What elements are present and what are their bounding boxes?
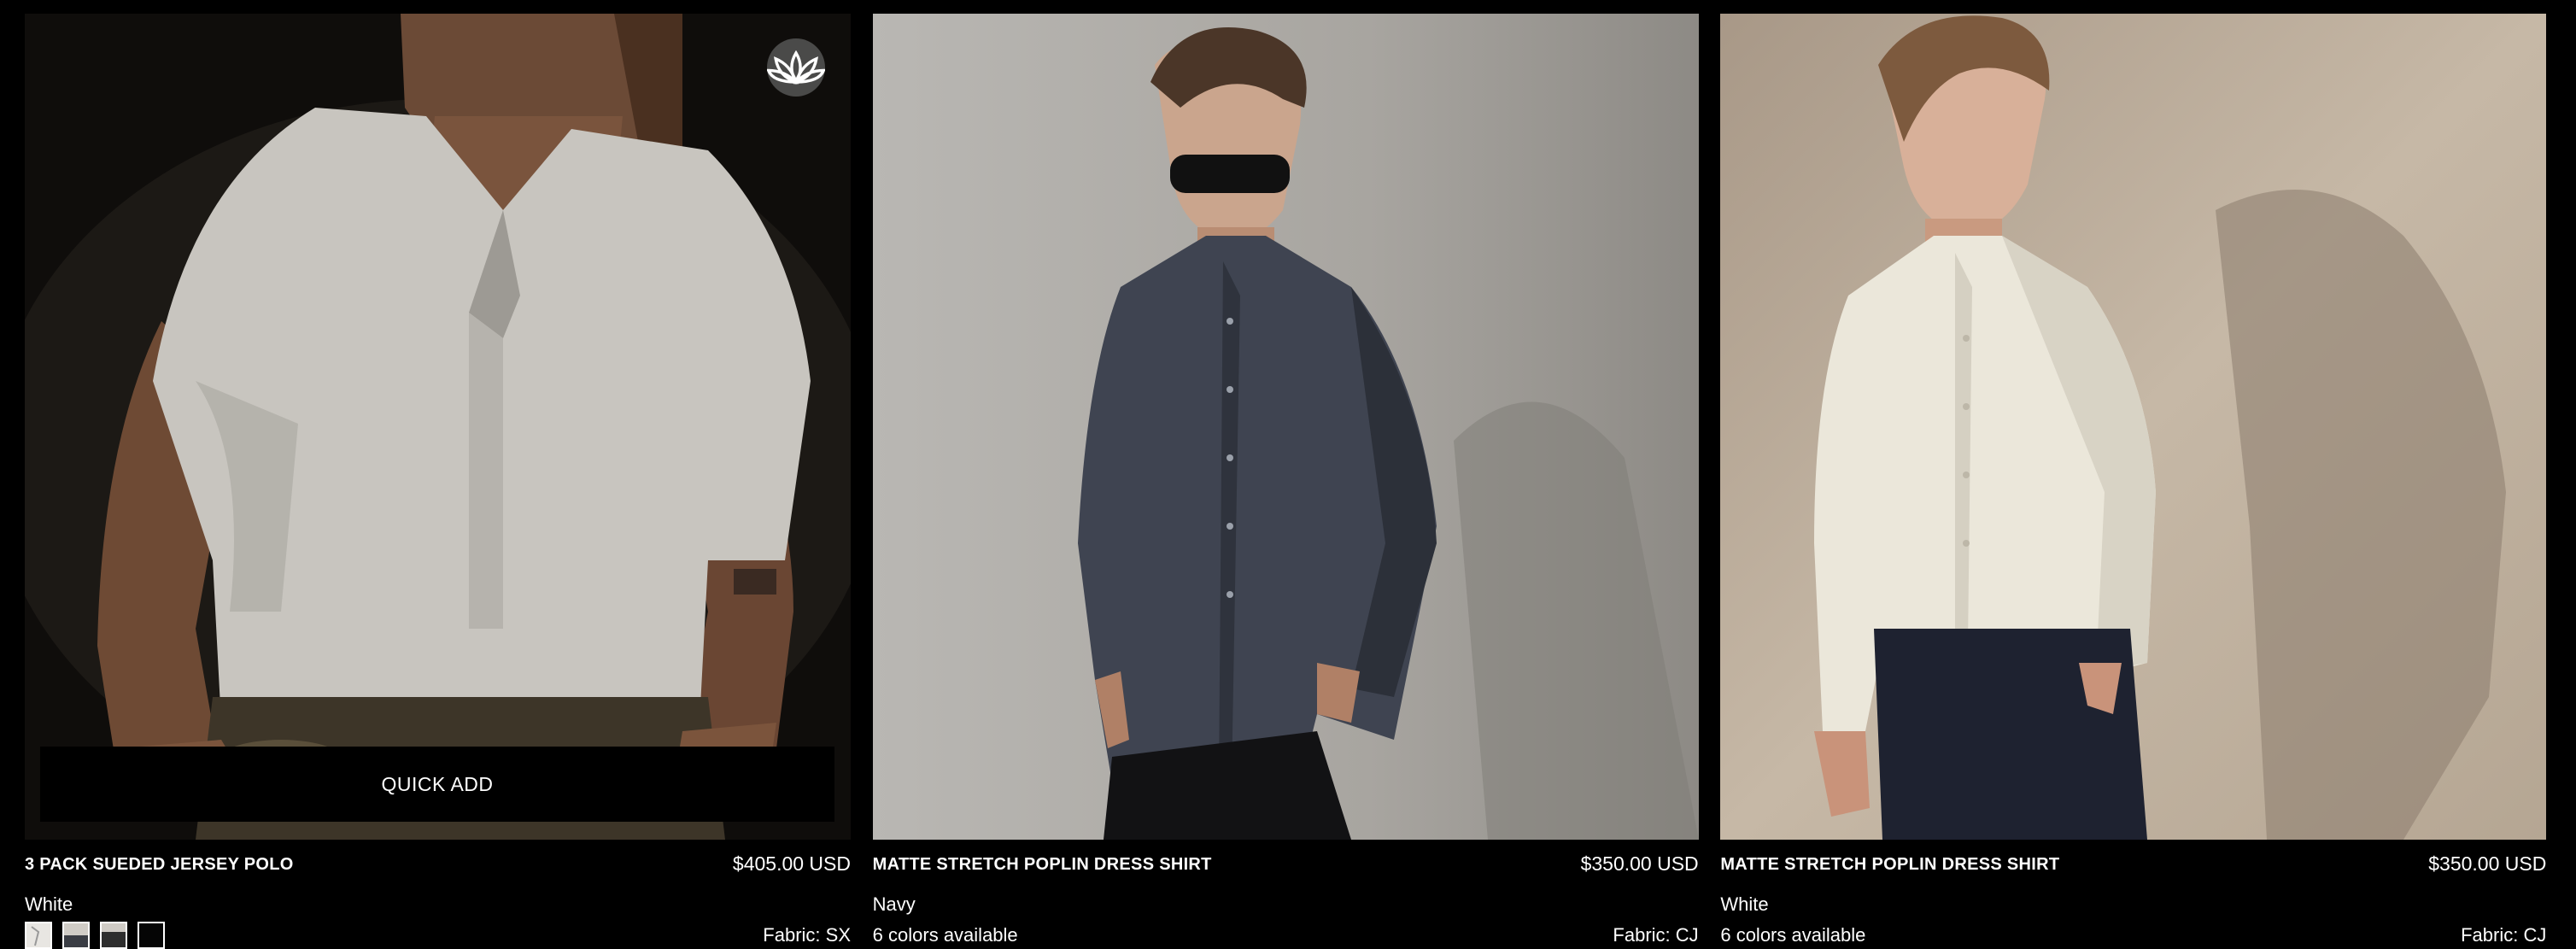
colors-available[interactable]: 6 colors available <box>873 924 1018 946</box>
product-grid: QUICK ADD 3 PACK SUEDED JERSEY POLO $405… <box>25 14 2547 949</box>
product-color: White <box>25 893 73 915</box>
product-image[interactable] <box>872 14 1699 840</box>
product-color: Navy <box>872 893 916 915</box>
product-info: 3 PACK SUEDED JERSEY POLO $405.00 USD Wh… <box>25 852 851 949</box>
product-price: $350.00 USD <box>1580 852 1699 875</box>
product-info: MATTE STRETCH POPLIN DRESS SHIRT $350.00… <box>1720 852 2547 946</box>
product-price: $405.00 USD <box>732 852 851 875</box>
black-grey-polo-swatch[interactable] <box>100 922 127 949</box>
quick-add-button[interactable]: QUICK ADD <box>40 747 834 822</box>
colors-available[interactable]: 6 colors available <box>1720 924 1865 946</box>
product-fabric: Fabric: SX <box>763 924 851 946</box>
product-card[interactable]: MATTE STRETCH POPLIN DRESS SHIRT $350.00… <box>872 14 1699 946</box>
product-color: White <box>1720 893 1769 915</box>
product-card[interactable]: QUICK ADD 3 PACK SUEDED JERSEY POLO $405… <box>25 14 851 949</box>
white-polo-swatch[interactable] <box>25 922 52 949</box>
product-fabric: Fabric: CJ <box>2461 924 2547 946</box>
product-image[interactable] <box>1720 14 2547 840</box>
product-title[interactable]: 3 PACK SUEDED JERSEY POLO <box>25 855 294 875</box>
product-title[interactable]: MATTE STRETCH POPLIN DRESS SHIRT <box>1720 855 2059 875</box>
product-card[interactable]: MATTE STRETCH POPLIN DRESS SHIRT $350.00… <box>1720 14 2547 946</box>
product-title[interactable]: MATTE STRETCH POPLIN DRESS SHIRT <box>873 855 1212 875</box>
color-swatches <box>25 922 165 949</box>
black-polo-swatch[interactable] <box>138 922 165 949</box>
product-image[interactable]: QUICK ADD <box>25 14 851 840</box>
navy-grey-polo-swatch[interactable] <box>62 922 90 949</box>
product-price: $350.00 USD <box>2428 852 2547 875</box>
lotus-icon <box>767 38 825 97</box>
product-fabric: Fabric: CJ <box>1613 924 1699 946</box>
product-info: MATTE STRETCH POPLIN DRESS SHIRT $350.00… <box>872 852 1699 946</box>
